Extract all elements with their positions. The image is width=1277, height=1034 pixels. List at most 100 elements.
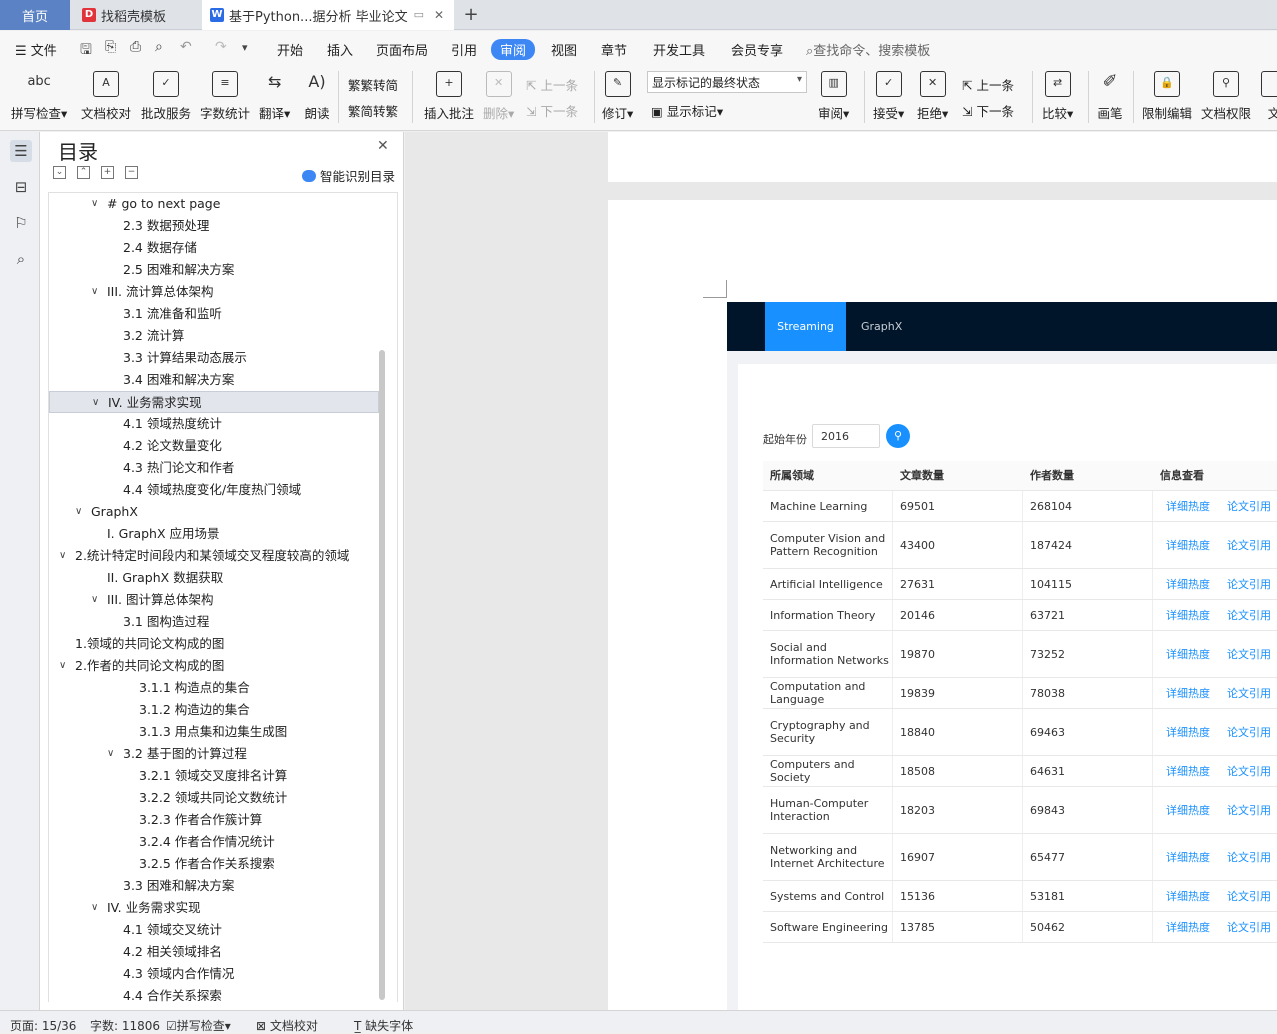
word-count-button[interactable]: ≡ 字数统计 bbox=[200, 71, 250, 122]
toc-item[interactable]: 2.5 困难和解决方案 bbox=[49, 259, 379, 281]
toc-item[interactable]: 4.4 领域热度变化/年度热门领域 bbox=[49, 479, 379, 501]
nav-graphx[interactable]: GraphX bbox=[861, 302, 902, 351]
toc-item[interactable]: 1.领域的共同论文构成的图 bbox=[49, 633, 379, 655]
chevron-down-icon[interactable]: ∨ bbox=[59, 655, 66, 677]
find-icon[interactable]: ⌕ bbox=[10, 248, 32, 270]
toc-item[interactable]: 3.1.2 构造边的集合 bbox=[49, 699, 379, 721]
paper-citation-link[interactable]: 论文引用 bbox=[1220, 881, 1277, 911]
insert-comment-button[interactable]: + 插入批注 bbox=[424, 71, 474, 122]
detail-heat-link[interactable]: 详细热度 bbox=[1159, 756, 1219, 786]
paper-citation-link[interactable]: 论文引用 bbox=[1220, 491, 1277, 521]
toc-item[interactable]: 4.3 领域内合作情况 bbox=[49, 963, 379, 985]
detail-heat-link[interactable]: 详细热度 bbox=[1159, 522, 1219, 568]
paper-citation-link[interactable]: 论文引用 bbox=[1220, 600, 1277, 630]
expand-level-icon[interactable]: + bbox=[101, 166, 114, 179]
toc-scrollbar[interactable] bbox=[379, 350, 385, 1000]
paper-citation-link[interactable]: 论文引用 bbox=[1220, 912, 1277, 942]
detail-heat-link[interactable]: 详细热度 bbox=[1159, 600, 1219, 630]
toc-item[interactable]: II. GraphX 数据获取 bbox=[49, 567, 379, 589]
doc-check-button[interactable]: A 文档校对 bbox=[81, 71, 131, 122]
toc-icon[interactable]: ☰ bbox=[10, 140, 32, 162]
paper-citation-link[interactable]: 论文引用 bbox=[1220, 522, 1277, 568]
menu-review[interactable]: 审阅 bbox=[491, 39, 536, 60]
paper-citation-link[interactable]: 论文引用 bbox=[1220, 631, 1277, 677]
toc-item[interactable]: 4.1 领域交叉统计 bbox=[49, 919, 379, 941]
chevron-down-icon[interactable]: ∨ bbox=[91, 281, 98, 303]
paper-citation-link[interactable]: 论文引用 bbox=[1220, 569, 1277, 599]
menu-member[interactable]: 会员专享 bbox=[731, 40, 783, 59]
toc-item[interactable]: 2.4 数据存储 bbox=[49, 237, 379, 259]
toc-item[interactable]: 3.2 流计算 bbox=[49, 325, 379, 347]
revise-button[interactable]: ✎ 修订▾ bbox=[602, 71, 633, 122]
command-search[interactable]: ⌕查找命令、搜索模板 bbox=[806, 40, 930, 59]
detail-heat-link[interactable]: 详细热度 bbox=[1159, 881, 1219, 911]
toc-item[interactable]: ∨ IV. 业务需求实现 bbox=[49, 391, 379, 413]
menu-insert[interactable]: 插入 bbox=[327, 40, 353, 59]
close-icon[interactable]: ✕ bbox=[377, 138, 389, 154]
toc-item[interactable]: 3.3 计算结果动态展示 bbox=[49, 347, 379, 369]
batch-service-button[interactable]: ✓ 批改服务 bbox=[141, 71, 191, 122]
paper-citation-link[interactable]: 论文引用 bbox=[1220, 678, 1277, 708]
detail-heat-link[interactable]: 详细热度 bbox=[1159, 631, 1219, 677]
show-markup-button[interactable]: ▣ 显示标记▾ bbox=[651, 101, 723, 120]
next-change-button[interactable]: ⇲ 下一条 bbox=[962, 101, 1014, 120]
chevron-down-icon[interactable]: ∨ bbox=[91, 193, 98, 215]
prev-change-button[interactable]: ⇱ 上一条 bbox=[962, 75, 1014, 94]
collapse-level-icon[interactable]: − bbox=[125, 166, 138, 179]
menu-layout[interactable]: 页面布局 bbox=[376, 40, 428, 59]
chevron-down-icon[interactable]: ∨ bbox=[75, 501, 82, 523]
toc-item[interactable]: ∨ # go to next page bbox=[49, 193, 379, 215]
paper-citation-link[interactable]: 论文引用 bbox=[1220, 834, 1277, 880]
toc-item[interactable]: 3.2.5 作者合作关系搜索 bbox=[49, 853, 379, 875]
doc-permission-button[interactable]: ⚲ 文档权限 bbox=[1201, 71, 1251, 122]
menu-section[interactable]: 章节 bbox=[601, 40, 627, 59]
paper-citation-link[interactable]: 论文引用 bbox=[1220, 787, 1277, 833]
chevron-down-icon[interactable]: ∨ bbox=[91, 589, 98, 611]
file-menu[interactable]: ☰ 文件 bbox=[15, 40, 57, 59]
toc-item[interactable]: 3.4 困难和解决方案 bbox=[49, 369, 379, 391]
toc-item[interactable]: ∨ IV. 业务需求实现 bbox=[49, 897, 379, 919]
menu-start[interactable]: 开始 bbox=[277, 40, 303, 59]
menu-developer[interactable]: 开发工具 bbox=[653, 40, 705, 59]
doc-check-status[interactable]: ⊠ 文档校对 bbox=[256, 1017, 318, 1034]
toc-item[interactable]: 4.2 论文数量变化 bbox=[49, 435, 379, 457]
detail-heat-link[interactable]: 详细热度 bbox=[1159, 709, 1219, 755]
next-comment-button[interactable]: ⇲ 下一条 bbox=[526, 101, 578, 120]
reject-button[interactable]: ✕ 拒绝▾ bbox=[917, 71, 948, 122]
toc-item[interactable]: 3.2.3 作者合作簇计算 bbox=[49, 809, 379, 831]
toc-item[interactable]: ∨ GraphX bbox=[49, 501, 379, 523]
detail-heat-link[interactable]: 详细热度 bbox=[1159, 787, 1219, 833]
detail-heat-link[interactable]: 详细热度 bbox=[1159, 678, 1219, 708]
chevron-down-icon[interactable]: ∨ bbox=[59, 545, 66, 567]
pen-button[interactable]: ✐ 画笔 bbox=[1097, 71, 1123, 122]
simp-to-trad-button[interactable]: 繁简转繁 bbox=[348, 101, 398, 120]
translate-button[interactable]: ⇆ 翻译▾ bbox=[259, 71, 290, 122]
toc-item[interactable]: 3.1.1 构造点的集合 bbox=[49, 677, 379, 699]
toc-item[interactable]: ∨ III. 流计算总体架构 bbox=[49, 281, 379, 303]
toc-item[interactable]: I. GraphX 应用场景 bbox=[49, 523, 379, 545]
accept-button[interactable]: ✓ 接受▾ bbox=[873, 71, 904, 122]
chevron-down-icon[interactable]: ∨ bbox=[91, 897, 98, 919]
missing-font-status[interactable]: T̲ 缺失字体 bbox=[354, 1017, 413, 1034]
smart-toc-button[interactable]: 智能识别目录 bbox=[302, 166, 395, 185]
toc-item[interactable]: ∨ 3.2 基于图的计算过程 bbox=[49, 743, 379, 765]
restrict-edit-button[interactable]: 🔒 限制编辑 bbox=[1142, 71, 1192, 122]
toc-item[interactable]: 3.2.1 领域交叉度排名计算 bbox=[49, 765, 379, 787]
detail-heat-link[interactable]: 详细热度 bbox=[1159, 834, 1219, 880]
trad-to-simp-button[interactable]: 繁繁转简 bbox=[348, 75, 398, 94]
detail-heat-link[interactable]: 详细热度 bbox=[1159, 569, 1219, 599]
toc-item[interactable]: 4.3 热门论文和作者 bbox=[49, 457, 379, 479]
toc-item[interactable]: ∨ 2.统计特定时间段内和某领域交叉程度较高的领域 bbox=[49, 545, 379, 567]
toc-item[interactable]: ∨ III. 图计算总体架构 bbox=[49, 589, 379, 611]
prev-comment-button[interactable]: ⇱ 上一条 bbox=[526, 75, 578, 94]
compare-button[interactable]: ⇄ 比较▾ bbox=[1042, 71, 1073, 122]
save-icon[interactable]: 🖫 bbox=[80, 39, 92, 63]
close-tab-icon[interactable]: ✕ bbox=[434, 8, 444, 22]
bookmark-icon[interactable]: ⚐ bbox=[10, 212, 32, 234]
quick-access-more-icon[interactable]: ▾ bbox=[242, 41, 248, 54]
search-button[interactable]: ⚲ bbox=[886, 424, 910, 448]
print-icon[interactable]: ⎙ bbox=[130, 39, 141, 55]
tab-document[interactable]: W 基于Python...据分析 毕业论文 ▭ ✕ bbox=[202, 0, 454, 30]
menu-view[interactable]: 视图 bbox=[551, 40, 577, 59]
chevron-down-icon[interactable]: ∨ bbox=[107, 743, 114, 765]
